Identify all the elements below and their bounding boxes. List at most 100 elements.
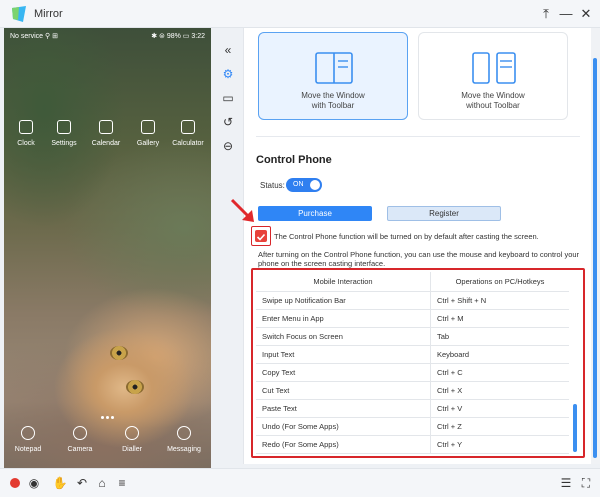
table-cell: Undo (For Some Apps) xyxy=(256,418,431,435)
app-gallery[interactable]: Gallery xyxy=(126,120,170,147)
register-button[interactable]: Register xyxy=(387,206,501,221)
table-row: Enter Menu in App Ctrl + M xyxy=(256,310,569,328)
table-row: Redo (For Some Apps) Ctrl + Y xyxy=(256,436,569,454)
table-cell: Ctrl + Z xyxy=(437,422,462,431)
control-phone-toggle[interactable]: ON xyxy=(286,178,322,192)
phone-status-bar: No service ⚲ ⊞ ✱ ⊜ 98% ▭ 3:22 xyxy=(4,28,211,44)
app-label: Gallery xyxy=(136,140,160,147)
toggle-knob xyxy=(310,180,320,190)
status-right: ✱ ⊜ 98% ▭ 3:22 xyxy=(151,33,205,40)
app-settings[interactable]: Settings xyxy=(42,120,86,147)
table-row: Copy Text Ctrl + C xyxy=(256,364,569,382)
phone-screen[interactable]: No service ⚲ ⊞ ✱ ⊜ 98% ▭ 3:22 Clock Sett… xyxy=(4,28,211,468)
table-cell: Input Text xyxy=(256,346,431,363)
cat-eye xyxy=(126,380,144,394)
table-row: Cut Text Ctrl + X xyxy=(256,382,569,400)
cat-eye xyxy=(110,346,128,360)
bottom-toolbar: ◉ ✋ ↶ ⌂ ≡ ☰ ⛶ xyxy=(0,468,600,497)
record-button[interactable] xyxy=(10,478,20,488)
hand-icon[interactable]: ✋ xyxy=(52,475,68,491)
screenshot-icon[interactable]: ◉ xyxy=(26,475,42,491)
toggle-label: ON xyxy=(293,181,304,188)
hotkeys-table-highlight: Mobile Interaction Operations on PC/Hotk… xyxy=(251,268,585,458)
table-cell: Switch Focus on Screen xyxy=(256,328,431,345)
page-indicator xyxy=(100,406,115,424)
table-row: Swipe up Notification Bar Ctrl + Shift +… xyxy=(256,292,569,310)
settings-icon[interactable]: ⚙ xyxy=(220,66,236,82)
default-on-checkbox[interactable] xyxy=(255,230,267,242)
app-label: Dialler xyxy=(122,446,142,453)
mode-without-toolbar[interactable]: Move the Window without Toolbar xyxy=(418,32,568,120)
collapse-icon[interactable]: « xyxy=(220,42,236,58)
table-cell: Copy Text xyxy=(256,364,431,381)
table-row: Paste Text Ctrl + V xyxy=(256,400,569,418)
app-calculator[interactable]: Calculator xyxy=(166,120,210,147)
check-icon xyxy=(256,233,266,241)
section-title: Control Phone xyxy=(256,154,332,166)
gallery-icon xyxy=(141,120,155,134)
panel-scrollbar-track[interactable] xyxy=(591,28,600,464)
app-camera[interactable]: Camera xyxy=(58,426,102,453)
divider xyxy=(256,136,580,137)
title-bar: Mirror ⤒ — ✕ xyxy=(0,0,600,28)
settings-icon xyxy=(57,120,71,134)
minus-circle-icon[interactable]: ⊖ xyxy=(220,138,236,154)
app-label: Messaging xyxy=(167,446,201,453)
table-cell: Paste Text xyxy=(256,400,431,417)
mode-label: Move the Window xyxy=(461,91,525,100)
annotation-arrow-icon xyxy=(230,198,254,222)
minimize-button[interactable]: — xyxy=(558,6,574,22)
notepad-icon xyxy=(21,426,35,440)
app-label: Notepad xyxy=(14,446,42,453)
table-row: Undo (For Some Apps) Ctrl + Z xyxy=(256,418,569,436)
app-label: Clock xyxy=(17,140,35,147)
menu-icon[interactable]: ≡ xyxy=(114,475,130,491)
record-icon[interactable]: ▭ xyxy=(220,90,236,106)
table-header: Mobile Interaction Operations on PC/Hotk… xyxy=(256,272,569,292)
checkbox-label: The Control Phone function will be turne… xyxy=(274,232,539,241)
table-cell: Tab xyxy=(437,332,450,341)
table-row: Input Text Keyboard xyxy=(256,346,569,364)
app-label: Calculator xyxy=(172,140,204,147)
settings-panel: Move the Window with Toolbar Move the Wi… xyxy=(243,28,591,464)
panel-scrollbar-thumb[interactable] xyxy=(593,58,597,458)
status-label: Status: xyxy=(260,181,285,190)
app-notepad[interactable]: Notepad xyxy=(6,426,50,453)
description-text: After turning on the Control Phone funct… xyxy=(258,250,580,268)
table-cell: Redo (For Some Apps) xyxy=(256,436,431,453)
fullscreen-icon[interactable]: ⛶ xyxy=(578,475,594,491)
back-icon[interactable]: ↶ xyxy=(74,475,90,491)
pin-button[interactable]: ⤒ xyxy=(538,6,554,22)
close-button[interactable]: ✕ xyxy=(578,6,594,22)
table-cell: Ctrl + Y xyxy=(437,440,463,449)
calculator-icon xyxy=(181,120,195,134)
table-cell: Ctrl + C xyxy=(437,368,463,377)
table-cell: Swipe up Notification Bar xyxy=(256,292,431,309)
history-icon[interactable]: ↺ xyxy=(220,114,236,130)
table-cell: Keyboard xyxy=(437,350,470,359)
header-cell: Mobile Interaction xyxy=(256,272,431,291)
window-icon xyxy=(472,52,516,84)
table-cell: Ctrl + M xyxy=(437,314,464,323)
status-left: No service ⚲ ⊞ xyxy=(10,33,58,40)
home-icon[interactable]: ⌂ xyxy=(94,475,110,491)
window-toolbar-icon xyxy=(315,52,353,84)
mode-label: with Toolbar xyxy=(311,101,355,110)
app-label: Calendar xyxy=(91,140,121,147)
mirror-logo-icon xyxy=(12,6,26,22)
mode-with-toolbar[interactable]: Move the Window with Toolbar xyxy=(258,32,408,120)
calendar-icon xyxy=(99,120,113,134)
app-calendar[interactable]: Calendar xyxy=(84,120,128,147)
app-dialler[interactable]: Dialler xyxy=(110,426,154,453)
table-cell: Ctrl + Shift + N xyxy=(437,296,487,305)
table-cell: Ctrl + V xyxy=(437,404,463,413)
mode-label: without Toolbar xyxy=(466,101,520,110)
purchase-button[interactable]: Purchase xyxy=(258,206,372,221)
table-scrollbar[interactable] xyxy=(573,404,577,452)
message-icon xyxy=(177,426,191,440)
settings-list-icon[interactable]: ☰ xyxy=(558,475,574,491)
app-messaging[interactable]: Messaging xyxy=(162,426,206,453)
hotkeys-table: Mobile Interaction Operations on PC/Hotk… xyxy=(256,272,569,454)
phone-icon xyxy=(125,426,139,440)
table-cell: Ctrl + X xyxy=(437,386,463,395)
